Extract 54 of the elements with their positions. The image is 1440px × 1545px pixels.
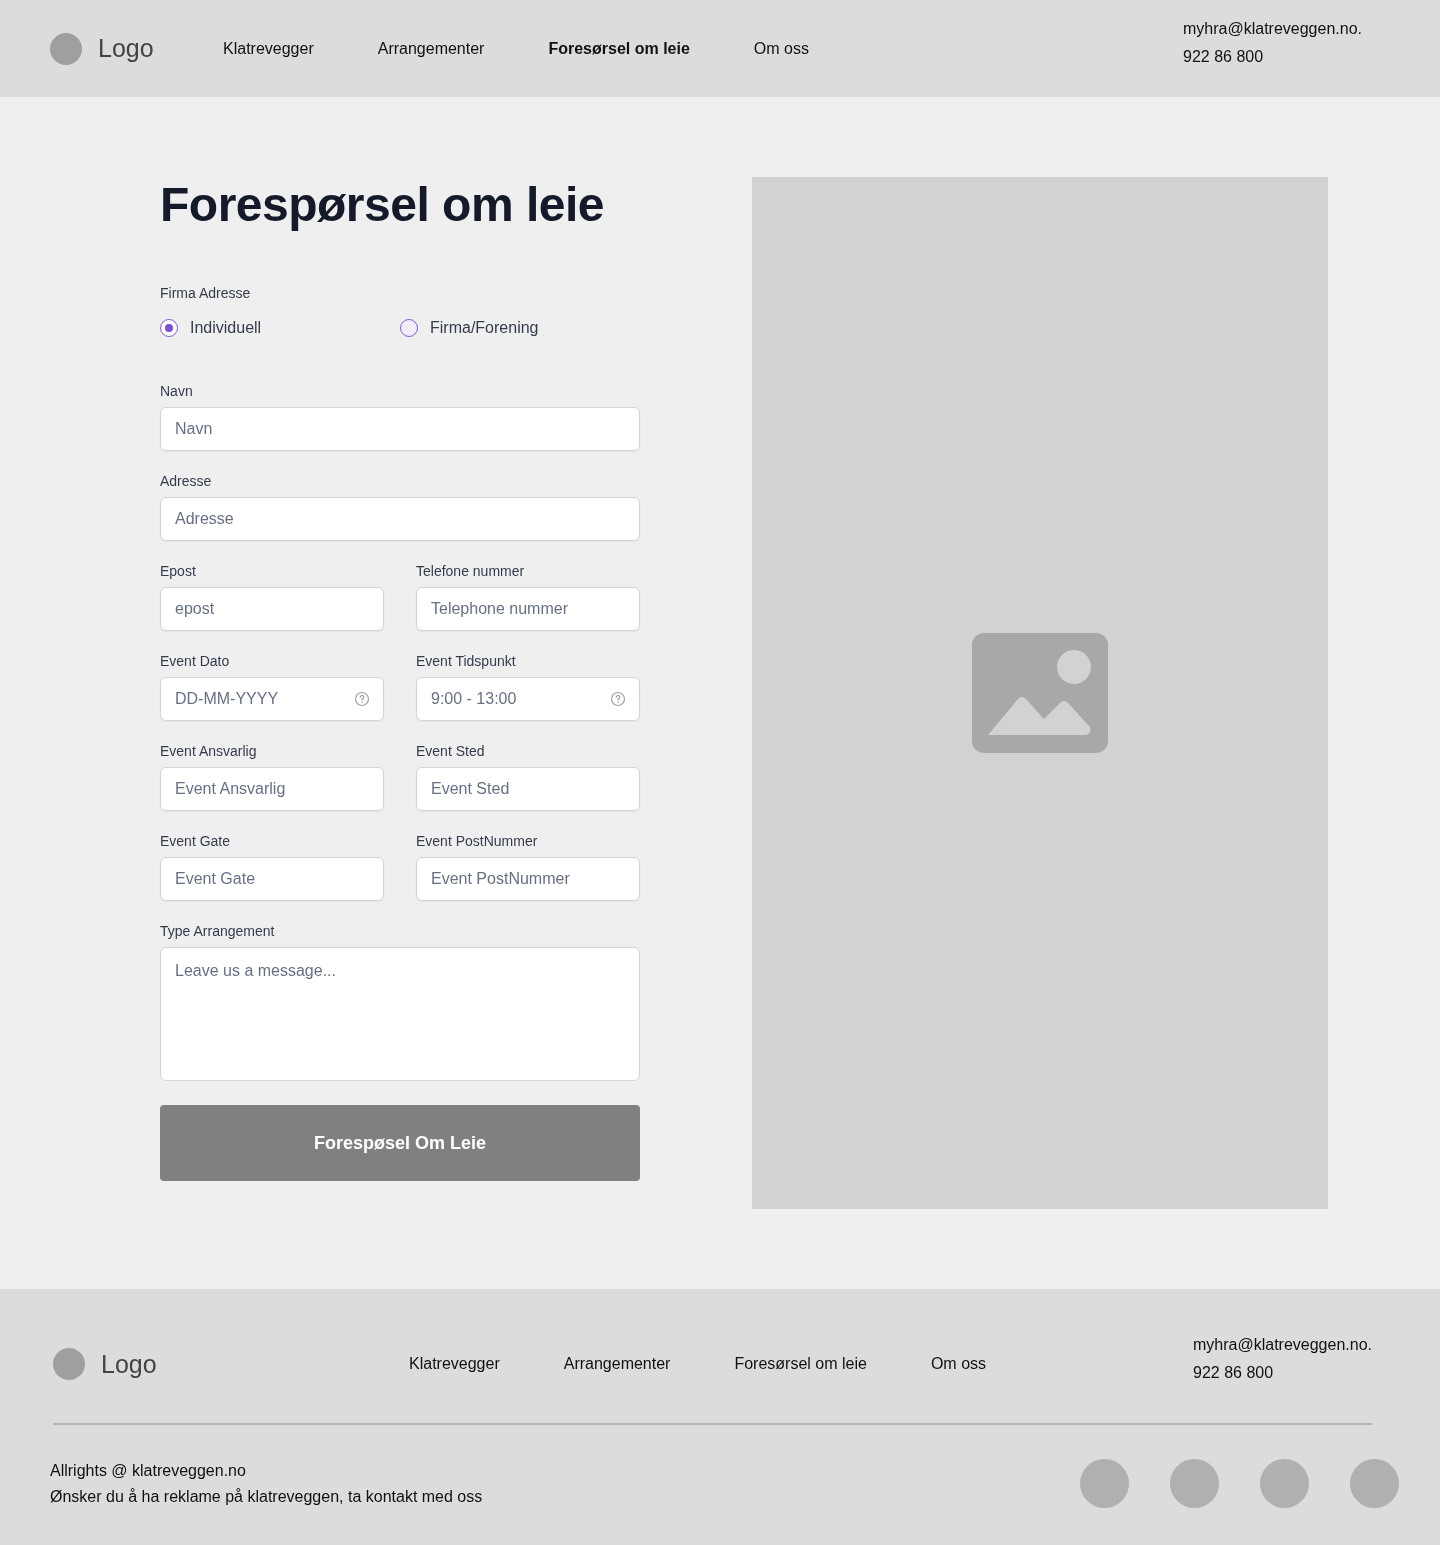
input-field[interactable]: Event PostNummer bbox=[416, 857, 640, 901]
input-field[interactable]: Event Sted bbox=[416, 767, 640, 811]
social-icon[interactable] bbox=[1260, 1459, 1309, 1508]
field-label: Epost bbox=[160, 563, 197, 579]
field-label: Event Gate bbox=[160, 833, 232, 849]
help-icon bbox=[354, 691, 370, 707]
message-field[interactable]: Leave us a message... bbox=[160, 947, 640, 1081]
input-field[interactable]: epost bbox=[160, 587, 384, 631]
social-icon[interactable] bbox=[1170, 1459, 1219, 1508]
radio-label: Firma/Forening bbox=[430, 319, 539, 337]
field-label: Event Sted bbox=[416, 743, 486, 759]
input-field[interactable]: Telephone nummer bbox=[416, 587, 640, 631]
field-label: Adresse bbox=[160, 473, 213, 489]
logo-icon bbox=[50, 32, 82, 65]
footer-link[interactable]: Om oss bbox=[930, 1355, 987, 1373]
field-label: Telefone nummer bbox=[416, 563, 526, 579]
radio-label: Individuell bbox=[190, 319, 262, 337]
email-text: myhra@klatreveggen.no. bbox=[1183, 19, 1362, 38]
nav-link[interactable]: Foresørsel om leie bbox=[548, 39, 690, 58]
radio-button[interactable] bbox=[160, 319, 178, 337]
page-title: Forespørsel om leie bbox=[160, 177, 605, 233]
field-label: Navn bbox=[160, 383, 194, 399]
social-icon[interactable] bbox=[1080, 1459, 1129, 1508]
nav-link[interactable]: Klatrevegger bbox=[223, 39, 314, 58]
field-label: Event Tidspunkt bbox=[416, 653, 517, 669]
radio-button[interactable] bbox=[400, 319, 418, 337]
logo-text: Logo bbox=[101, 1349, 157, 1379]
advert-text: Ønsker du å ha reklame på klatreveggen, ta kontakt med oss bbox=[50, 1487, 483, 1506]
help-icon bbox=[610, 691, 626, 707]
field-label: Event PostNummer bbox=[416, 833, 539, 849]
logo-text: Logo bbox=[98, 34, 154, 63]
copyright-text: Allrights @ klatreveggen.no bbox=[50, 1461, 247, 1480]
input-field[interactable]: Adresse bbox=[160, 497, 640, 541]
input-field[interactable]: 9:00 - 13:00 bbox=[416, 677, 640, 721]
social-icon[interactable] bbox=[1350, 1459, 1399, 1508]
image-icon bbox=[972, 633, 1108, 753]
input-field[interactable]: Event Ansvarlig bbox=[160, 767, 384, 811]
phone-text: 922 86 800 bbox=[1193, 1364, 1275, 1382]
nav-link[interactable]: Om oss bbox=[753, 39, 809, 58]
input-field[interactable]: Event Gate bbox=[160, 857, 384, 901]
logo-icon bbox=[53, 1348, 85, 1380]
input-field[interactable]: DD-MM-YYYY bbox=[160, 677, 384, 721]
field-label: Event Dato bbox=[160, 653, 231, 669]
footer-link[interactable]: Arrangementer bbox=[563, 1355, 671, 1373]
field-label: Type Arrangement bbox=[160, 923, 276, 939]
submit-button[interactable]: Forespøsel Om Leie bbox=[160, 1105, 640, 1181]
field-label: Event Ansvarlig bbox=[160, 743, 258, 759]
footer-link[interactable]: Foresørsel om leie bbox=[734, 1355, 867, 1373]
input-field[interactable]: Navn bbox=[160, 407, 640, 451]
phone-text: 922 86 800 bbox=[1183, 47, 1265, 66]
email-text: myhra@klatreveggen.no. bbox=[1193, 1336, 1372, 1354]
footer-link[interactable]: Klatrevegger bbox=[409, 1355, 500, 1373]
nav-link[interactable]: Arrangementer bbox=[377, 39, 485, 58]
field-label: Firma Adresse bbox=[160, 285, 252, 301]
